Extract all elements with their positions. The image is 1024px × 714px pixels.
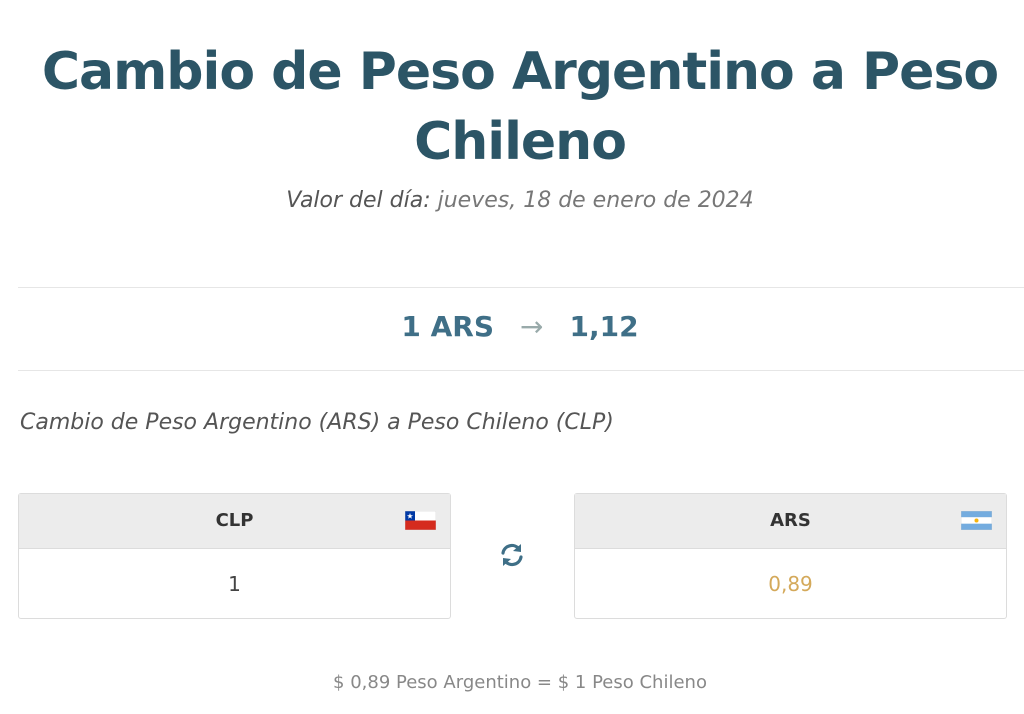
argentina-flag-icon [961,511,992,530]
divider-bottom [18,370,1024,371]
page-title: Cambio de Peso Argentino a Peso Chileno [0,37,1024,177]
arrow-icon: → [520,310,544,343]
title-line-2: Chileno [414,111,627,172]
clp-code: CLP [215,510,254,531]
exchange-rate: 1 ARS → 1,12 [0,310,1024,343]
ars-code: ARS [770,510,811,531]
ars-converter-card: ARS 0,89 [574,493,1007,619]
title-line-1: Cambio de Peso Argentino a Peso [41,41,999,102]
clp-amount-input[interactable]: 1 [19,549,450,619]
date-line: Valor del día: jueves, 18 de enero de 20… [0,188,1024,213]
divider-top [18,287,1024,288]
rate-from: 1 ARS [401,310,495,343]
date-label: Valor del día: [286,188,431,213]
clp-converter-card: CLP 1 [18,493,451,619]
swap-icon[interactable] [498,541,526,569]
chile-flag-icon [405,511,436,530]
section-subtitle: Cambio de Peso Argentino (ARS) a Peso Ch… [20,410,614,435]
clp-header[interactable]: CLP [19,494,450,549]
ars-amount-input[interactable]: 0,89 [575,549,1006,619]
conversion-summary: $ 0,89 Peso Argentino = $ 1 Peso Chileno [333,672,707,693]
date-value: jueves, 18 de enero de 2024 [437,188,754,213]
ars-header[interactable]: ARS [575,494,1006,549]
rate-to: 1,12 [569,310,639,343]
